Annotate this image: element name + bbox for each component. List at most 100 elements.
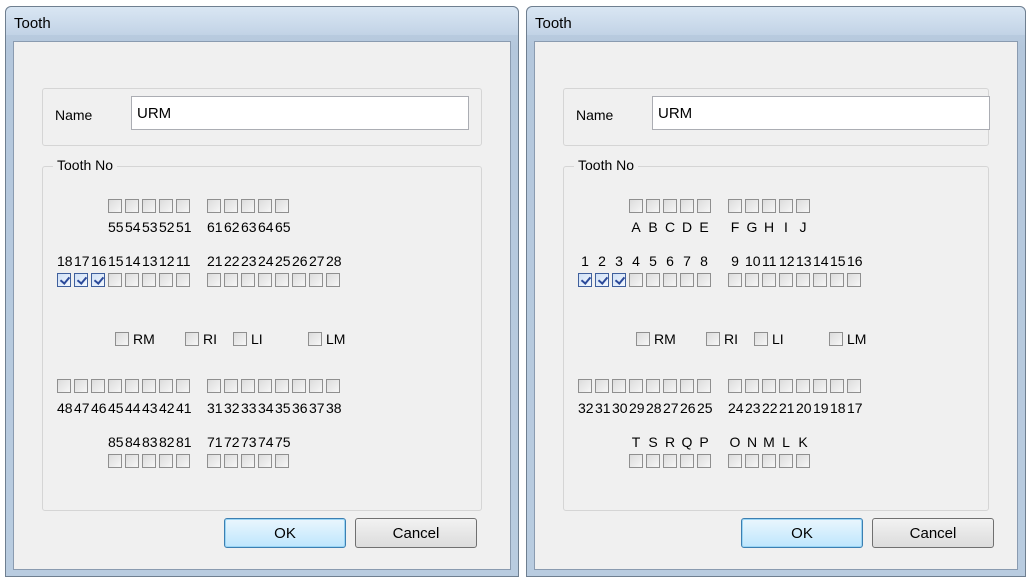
primary-upper-left-checkbox[interactable] [796, 199, 810, 213]
permanent-lower-right-checkbox[interactable] [159, 379, 173, 393]
primary-lower-right-checkbox[interactable] [663, 454, 677, 468]
permanent-upper-right-checkbox[interactable] [176, 273, 190, 287]
permanent-upper-left-checkbox[interactable] [796, 273, 810, 287]
permanent-upper-right-checkbox[interactable] [108, 273, 122, 287]
permanent-upper-left-checkbox[interactable] [309, 273, 323, 287]
primary-upper-right-checkbox[interactable] [142, 199, 156, 213]
primary-lower-left-checkbox[interactable] [275, 454, 289, 468]
permanent-lower-right-checkbox[interactable] [108, 379, 122, 393]
primary-upper-right-checkbox[interactable] [125, 199, 139, 213]
primary-lower-right-checkbox[interactable] [680, 454, 694, 468]
primary-lower-left-checkbox[interactable] [207, 454, 221, 468]
permanent-upper-left-checkbox[interactable] [224, 273, 238, 287]
quadrant-lm-checkbox[interactable] [829, 332, 843, 346]
permanent-lower-left-checkbox[interactable] [762, 379, 776, 393]
primary-upper-left-checkbox[interactable] [275, 199, 289, 213]
permanent-upper-right-checkbox[interactable] [595, 273, 609, 287]
quadrant-rm-checkbox[interactable] [636, 332, 650, 346]
primary-upper-right-checkbox[interactable] [159, 199, 173, 213]
ok-button[interactable]: OK [224, 518, 346, 548]
permanent-upper-left-checkbox[interactable] [292, 273, 306, 287]
primary-upper-left-checkbox[interactable] [224, 199, 238, 213]
primary-upper-left-checkbox[interactable] [728, 199, 742, 213]
quadrant-rm[interactable]: RM [115, 331, 155, 347]
permanent-lower-right-checkbox[interactable] [176, 379, 190, 393]
quadrant-lm-checkbox[interactable] [308, 332, 322, 346]
primary-lower-left-checkbox[interactable] [258, 454, 272, 468]
permanent-lower-right-checkbox[interactable] [142, 379, 156, 393]
primary-lower-left-checkbox[interactable] [728, 454, 742, 468]
primary-lower-right-checkbox[interactable] [646, 454, 660, 468]
primary-lower-left-checkbox[interactable] [762, 454, 776, 468]
permanent-upper-left-checkbox[interactable] [847, 273, 861, 287]
permanent-lower-right-checkbox[interactable] [125, 379, 139, 393]
permanent-lower-right-checkbox[interactable] [697, 379, 711, 393]
permanent-upper-left-checkbox[interactable] [779, 273, 793, 287]
quadrant-ri[interactable]: RI [185, 331, 217, 347]
quadrant-rm-checkbox[interactable] [115, 332, 129, 346]
permanent-lower-left-checkbox[interactable] [813, 379, 827, 393]
primary-upper-right-checkbox[interactable] [697, 199, 711, 213]
permanent-lower-right-checkbox[interactable] [646, 379, 660, 393]
primary-upper-right-checkbox[interactable] [663, 199, 677, 213]
primary-upper-right-checkbox[interactable] [646, 199, 660, 213]
primary-upper-right-checkbox[interactable] [108, 199, 122, 213]
cancel-button[interactable]: Cancel [872, 518, 994, 548]
primary-lower-right-checkbox[interactable] [142, 454, 156, 468]
quadrant-lm[interactable]: LM [829, 331, 866, 347]
primary-lower-right-checkbox[interactable] [125, 454, 139, 468]
permanent-upper-right-checkbox[interactable] [91, 273, 105, 287]
primary-lower-right-checkbox[interactable] [159, 454, 173, 468]
ok-button[interactable]: OK [741, 518, 863, 548]
quadrant-lm[interactable]: LM [308, 331, 345, 347]
quadrant-li[interactable]: LI [233, 331, 263, 347]
quadrant-ri[interactable]: RI [706, 331, 738, 347]
permanent-upper-right-checkbox[interactable] [612, 273, 626, 287]
primary-lower-left-checkbox[interactable] [796, 454, 810, 468]
primary-lower-left-checkbox[interactable] [779, 454, 793, 468]
permanent-upper-right-checkbox[interactable] [159, 273, 173, 287]
permanent-upper-right-checkbox[interactable] [74, 273, 88, 287]
permanent-upper-right-checkbox[interactable] [142, 273, 156, 287]
primary-lower-left-checkbox[interactable] [241, 454, 255, 468]
permanent-lower-right-checkbox[interactable] [595, 379, 609, 393]
permanent-upper-right-checkbox[interactable] [680, 273, 694, 287]
primary-lower-right-checkbox[interactable] [629, 454, 643, 468]
permanent-lower-left-checkbox[interactable] [847, 379, 861, 393]
primary-upper-right-checkbox[interactable] [629, 199, 643, 213]
permanent-upper-left-checkbox[interactable] [326, 273, 340, 287]
permanent-lower-right-checkbox[interactable] [74, 379, 88, 393]
permanent-lower-left-checkbox[interactable] [830, 379, 844, 393]
quadrant-ri-checkbox[interactable] [185, 332, 199, 346]
permanent-upper-right-checkbox[interactable] [697, 273, 711, 287]
permanent-lower-left-checkbox[interactable] [207, 379, 221, 393]
permanent-lower-right-checkbox[interactable] [663, 379, 677, 393]
permanent-upper-right-checkbox[interactable] [646, 273, 660, 287]
permanent-lower-left-checkbox[interactable] [309, 379, 323, 393]
permanent-upper-right-checkbox[interactable] [578, 273, 592, 287]
primary-upper-left-checkbox[interactable] [207, 199, 221, 213]
permanent-upper-left-checkbox[interactable] [207, 273, 221, 287]
permanent-lower-right-checkbox[interactable] [612, 379, 626, 393]
permanent-upper-left-checkbox[interactable] [762, 273, 776, 287]
quadrant-rm[interactable]: RM [636, 331, 676, 347]
primary-upper-right-checkbox[interactable] [680, 199, 694, 213]
quadrant-li[interactable]: LI [754, 331, 784, 347]
quadrant-li-checkbox[interactable] [754, 332, 768, 346]
primary-upper-left-checkbox[interactable] [762, 199, 776, 213]
permanent-upper-left-checkbox[interactable] [830, 273, 844, 287]
primary-upper-left-checkbox[interactable] [745, 199, 759, 213]
permanent-upper-left-checkbox[interactable] [728, 273, 742, 287]
permanent-upper-left-checkbox[interactable] [745, 273, 759, 287]
primary-lower-right-checkbox[interactable] [176, 454, 190, 468]
name-input[interactable] [131, 96, 469, 130]
permanent-lower-right-checkbox[interactable] [578, 379, 592, 393]
permanent-upper-left-checkbox[interactable] [275, 273, 289, 287]
primary-lower-left-checkbox[interactable] [745, 454, 759, 468]
permanent-upper-right-checkbox[interactable] [125, 273, 139, 287]
permanent-lower-right-checkbox[interactable] [91, 379, 105, 393]
primary-lower-right-checkbox[interactable] [697, 454, 711, 468]
permanent-lower-left-checkbox[interactable] [275, 379, 289, 393]
permanent-lower-right-checkbox[interactable] [57, 379, 71, 393]
primary-upper-left-checkbox[interactable] [258, 199, 272, 213]
